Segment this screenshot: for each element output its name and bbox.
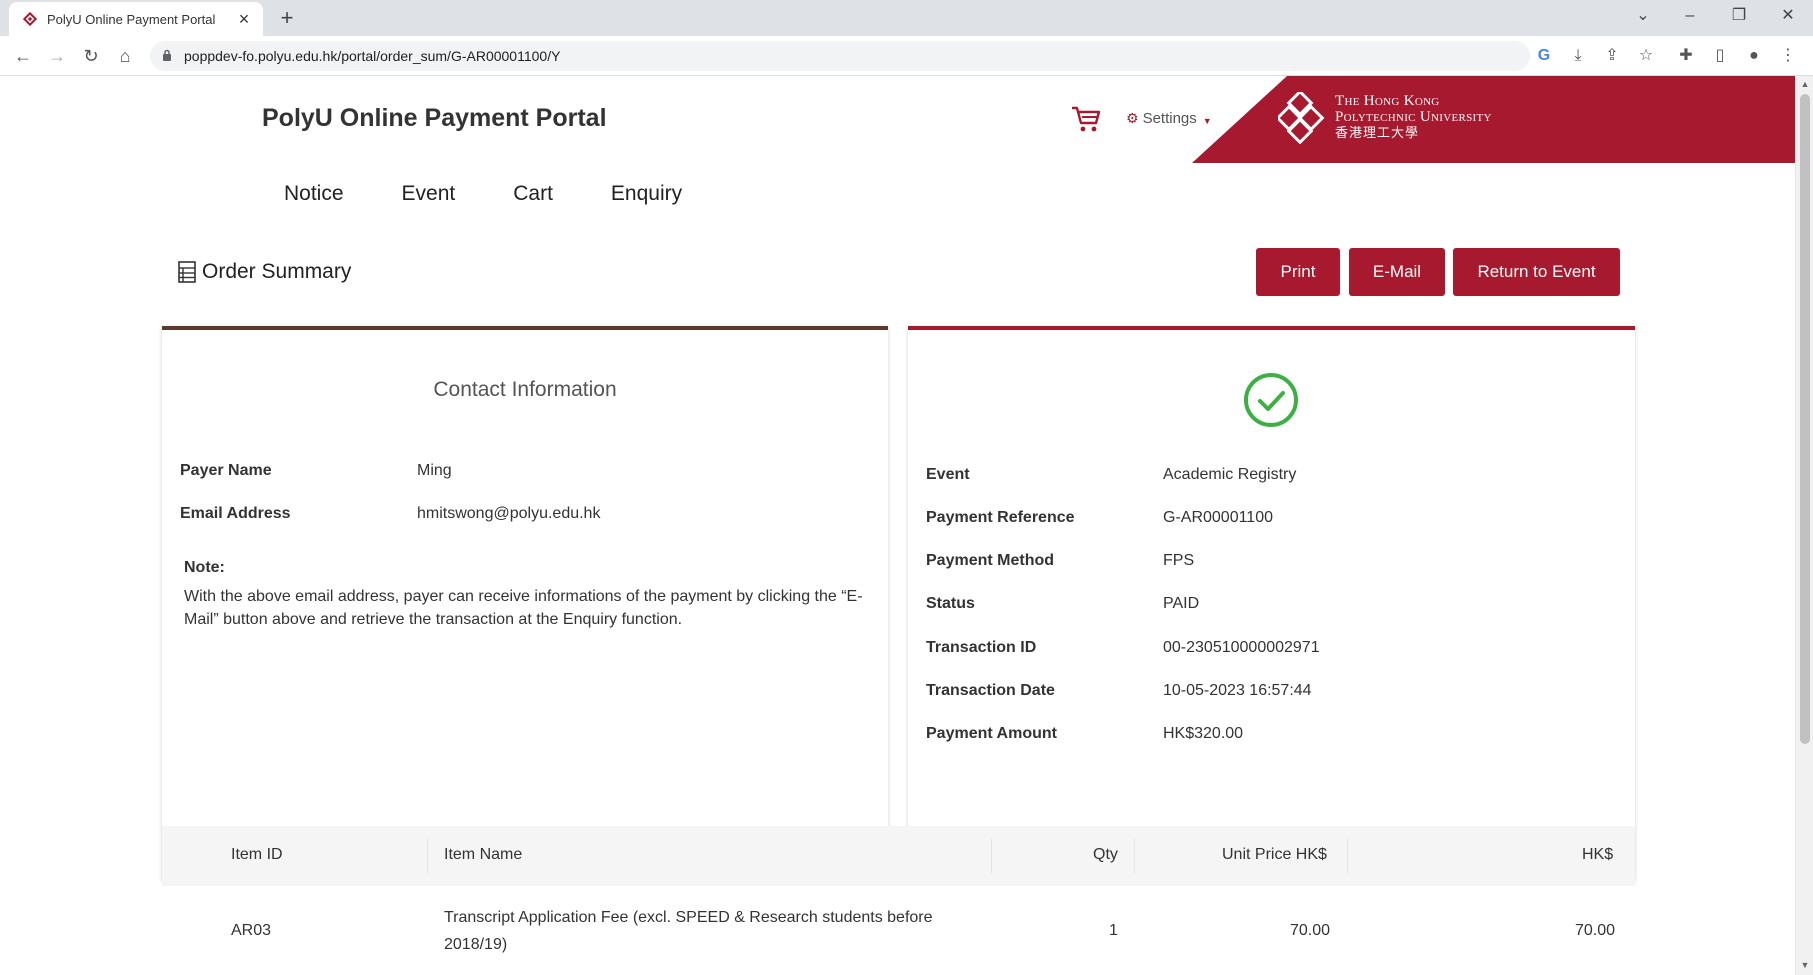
address-bar-row: ← → ↻ ⌂ poppdev-fo.polyu.edu.hk/portal/o… (0, 36, 1813, 76)
payment-details-panel: Event Academic Registry Payment Referenc… (908, 326, 1635, 881)
home-icon[interactable]: ⌂ (111, 42, 139, 70)
transaction-id-value: 00-230510000002971 (1163, 639, 1320, 656)
lock-icon (163, 49, 171, 61)
page-scrollbar[interactable]: ▲ ▼ (1795, 76, 1813, 975)
header-qty: Qty (1093, 846, 1118, 863)
event-label: Event (926, 466, 970, 483)
browser-tab[interactable]: PolyU Online Payment Portal × (9, 2, 263, 36)
reload-icon[interactable]: ↻ (77, 42, 105, 70)
column-divider (1347, 839, 1348, 873)
header-amount: HK$ (1582, 846, 1614, 863)
restore-icon[interactable]: ❐ (1717, 3, 1761, 29)
payer-name-label: Payer Name (180, 462, 272, 479)
settings-dropdown[interactable]: ⚙ Settings ▼ (1126, 110, 1212, 127)
share-icon[interactable]: ⇪ (1600, 44, 1624, 68)
page-title-text: Order Summary (202, 260, 352, 283)
scroll-up-icon[interactable]: ▲ (1799, 79, 1811, 89)
settings-label: Settings (1142, 110, 1197, 127)
main-nav: Notice Event Cart Enquiry (284, 182, 740, 206)
back-icon[interactable]: ← (9, 42, 37, 70)
header-item-name: Item Name (444, 846, 523, 863)
profile-avatar-icon[interactable]: ● (1742, 44, 1766, 68)
caret-down-icon: ▼ (1202, 115, 1212, 126)
contact-information-panel: Contact Information Payer Name Ming Emai… (162, 326, 888, 881)
header-item-id: Item ID (231, 846, 283, 863)
list-document-icon (178, 261, 196, 283)
table-header-row: Item ID Item Name Qty Unit Price HK$ HK$ (162, 826, 1635, 886)
url-text: poppdev-fo.polyu.edu.hk/portal/order_sum… (184, 48, 561, 64)
scroll-down-icon[interactable]: ▼ (1799, 960, 1811, 970)
google-icon[interactable]: G (1532, 44, 1556, 68)
contact-information-heading: Contact Information (433, 378, 617, 401)
polyu-favicon-icon (23, 12, 37, 26)
tab-search-icon[interactable]: ⌄ (1621, 3, 1665, 29)
polyu-logo-icon (1278, 92, 1325, 144)
column-divider (991, 839, 992, 873)
nav-item-event[interactable]: Event (402, 182, 456, 206)
event-value: Academic Registry (1163, 466, 1297, 483)
forward-icon[interactable]: → (43, 42, 71, 70)
payment-method-label: Payment Method (926, 552, 1055, 569)
payer-name-value: Ming (417, 462, 452, 479)
nav-item-enquiry[interactable]: Enquiry (611, 182, 682, 206)
menu-kebab-icon[interactable]: ⋮ (1776, 44, 1800, 68)
header-unit-price: Unit Price HK$ (1222, 846, 1327, 863)
university-name-line1: The Hong Kong (1335, 93, 1440, 109)
table-row: AR03 Transcript Application Fee (excl. S… (162, 886, 1635, 975)
close-tab-icon[interactable]: × (235, 10, 253, 28)
browser-tab-strip: PolyU Online Payment Portal × + ⌄ – ❐ ✕ (0, 0, 1813, 36)
note-text: With the above email address, payer can … (184, 588, 863, 628)
payment-reference-value: G-AR00001100 (1163, 509, 1273, 526)
nav-item-notice[interactable]: Notice (284, 182, 344, 206)
status-value: PAID (1163, 595, 1200, 612)
transaction-id-label: Transaction ID (926, 639, 1037, 656)
payment-method-value: FPS (1163, 552, 1195, 569)
cell-unit-price: 70.00 (1290, 922, 1331, 939)
print-button[interactable]: Print (1256, 248, 1340, 296)
cell-item-name: Transcript Application Fee (excl. SPEED … (444, 909, 933, 953)
payment-amount-value: HK$320.00 (1163, 725, 1244, 742)
nav-item-cart[interactable]: Cart (513, 182, 553, 206)
payment-amount-label: Payment Amount (926, 725, 1057, 742)
university-name: The Hong Kong Polytechnic University 香港理… (1335, 93, 1492, 141)
scrollbar-thumb[interactable] (1800, 94, 1810, 744)
return-to-event-button[interactable]: Return to Event (1453, 248, 1620, 296)
minimize-icon[interactable]: – (1668, 3, 1712, 29)
tab-title: PolyU Online Payment Portal (47, 11, 216, 27)
university-name-chinese: 香港理工大學 (1335, 125, 1420, 140)
check-circle-icon (1244, 373, 1298, 427)
status-label: Status (926, 595, 975, 612)
close-window-icon[interactable]: ✕ (1766, 3, 1810, 29)
bookmark-star-icon[interactable]: ☆ (1634, 44, 1658, 68)
transaction-date-label: Transaction Date (926, 682, 1055, 699)
install-icon[interactable]: ⤓ (1566, 44, 1590, 68)
side-panel-icon[interactable]: ▯ (1708, 44, 1732, 68)
email-address-value: hmitswong@polyu.edu.hk (417, 505, 601, 522)
page-content: PolyU Online Payment Portal ⚙ Settings ▼… (0, 76, 1795, 975)
email-button[interactable]: E-Mail (1349, 248, 1445, 296)
extensions-icon[interactable]: ✚ (1674, 44, 1698, 68)
university-name-line2: Polytechnic University (1335, 109, 1492, 125)
transaction-date-value: 10-05-2023 16:57:44 (1163, 682, 1312, 699)
gear-icon: ⚙ (1126, 110, 1139, 126)
new-tab-button[interactable]: + (274, 5, 300, 31)
payment-reference-label: Payment Reference (926, 509, 1075, 526)
cell-item-id: AR03 (231, 922, 272, 939)
omnibox[interactable]: poppdev-fo.polyu.edu.hk/portal/order_sum… (150, 41, 1530, 71)
cell-amount: 70.00 (1575, 922, 1616, 939)
column-divider (427, 839, 428, 873)
portal-brand-title[interactable]: PolyU Online Payment Portal (262, 104, 607, 133)
note-title: Note: (184, 559, 225, 576)
cell-qty: 1 (1109, 922, 1118, 939)
column-divider (1134, 839, 1135, 873)
page-title: Order Summary (178, 260, 351, 284)
email-address-label: Email Address (180, 505, 291, 522)
cart-icon[interactable] (1070, 104, 1102, 134)
